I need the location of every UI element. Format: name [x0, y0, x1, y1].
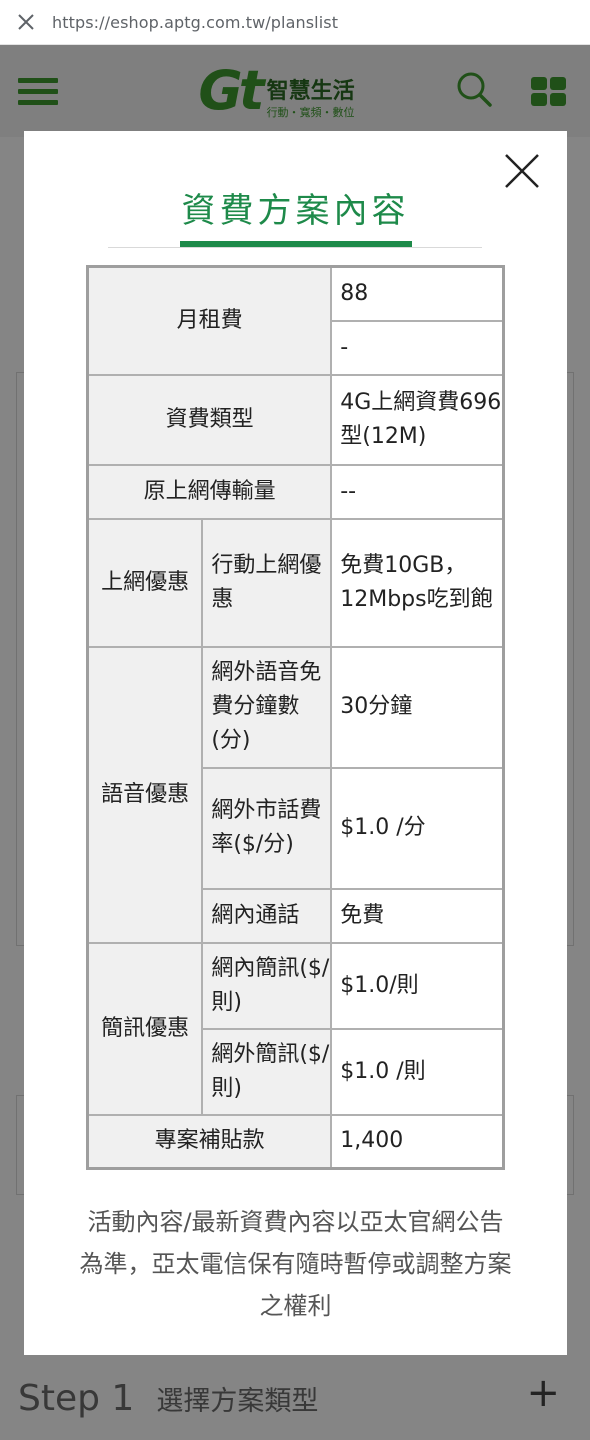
original-data-label: 原上網傳輸量 — [86, 463, 333, 520]
offnet-minutes-value: 30分鐘 — [330, 645, 505, 769]
subsidy-value: 1,400 — [330, 1113, 505, 1170]
data-offer-label: 上網優惠 — [86, 517, 204, 648]
voice-offer-label: 語音優惠 — [86, 645, 204, 944]
mobile-data-label: 行動上網優惠 — [201, 517, 333, 648]
table-row: 月租費 88 — [86, 265, 505, 376]
mobile-data-value: 免費10GB，12Mbps吃到飽 — [330, 517, 505, 648]
browser-url-bar: https://eshop.aptg.com.tw/planslist — [0, 0, 590, 45]
table-row: 上網優惠 行動上網優惠 免費10GB，12Mbps吃到飽 — [86, 517, 505, 648]
monthly-fee-value-secondary: - — [330, 319, 505, 376]
title-underline — [180, 241, 412, 247]
offnet-landline-value: $1.0 /分 — [330, 766, 505, 890]
offnet-sms-value: $1.0 /則 — [330, 1027, 505, 1116]
plan-details-table: 月租費 88 - 資費類型 4G上網資費696型(12M) 原上網傳輸量 -- … — [86, 265, 505, 1170]
onnet-sms-value: $1.0/則 — [330, 941, 505, 1030]
plan-type-value: 4G上網資費696型(12M) — [330, 373, 505, 466]
subsidy-label: 專案補貼款 — [86, 1113, 333, 1170]
close-tab-icon[interactable] — [0, 0, 52, 44]
plan-type-label: 資費類型 — [86, 373, 333, 466]
monthly-fee-label: 月租費 — [86, 265, 333, 376]
table-row: 資費類型 4G上網資費696型(12M) — [86, 373, 505, 466]
table-row: 專案補貼款 1,400 — [86, 1113, 505, 1170]
onnet-call-label: 網內通話 — [201, 887, 333, 944]
url-text[interactable]: https://eshop.aptg.com.tw/planslist — [52, 13, 338, 32]
table-row: 原上網傳輸量 -- — [86, 463, 505, 520]
sms-offer-label: 簡訊優惠 — [86, 941, 204, 1116]
plan-details-modal: 資費方案內容 月租費 88 - 資費類型 4G上網資費696型(12M) 原上網… — [24, 131, 567, 1355]
onnet-sms-label: 網內簡訊($/則) — [201, 941, 333, 1030]
offnet-landline-label: 網外市話費率($/分) — [201, 766, 333, 890]
original-data-value: -- — [330, 463, 505, 520]
table-row: 語音優惠 網外語音免費分鐘數(分) 30分鐘 — [86, 645, 505, 944]
offnet-sms-label: 網外簡訊($/則) — [201, 1027, 333, 1116]
disclaimer-note: 活動內容/最新資費內容以亞太官網公告為準，亞太電信保有隨時暫停或調整方案之權利 — [79, 1208, 512, 1320]
offnet-minutes-label: 網外語音免費分鐘數(分) — [201, 645, 333, 769]
modal-title: 資費方案內容 — [181, 191, 410, 231]
onnet-call-value: 免費 — [330, 887, 505, 944]
monthly-fee-value: 88 — [330, 265, 505, 322]
table-row: 簡訊優惠 網內簡訊($/則) $1.0/則 — [86, 941, 505, 1116]
title-divider — [108, 247, 482, 248]
